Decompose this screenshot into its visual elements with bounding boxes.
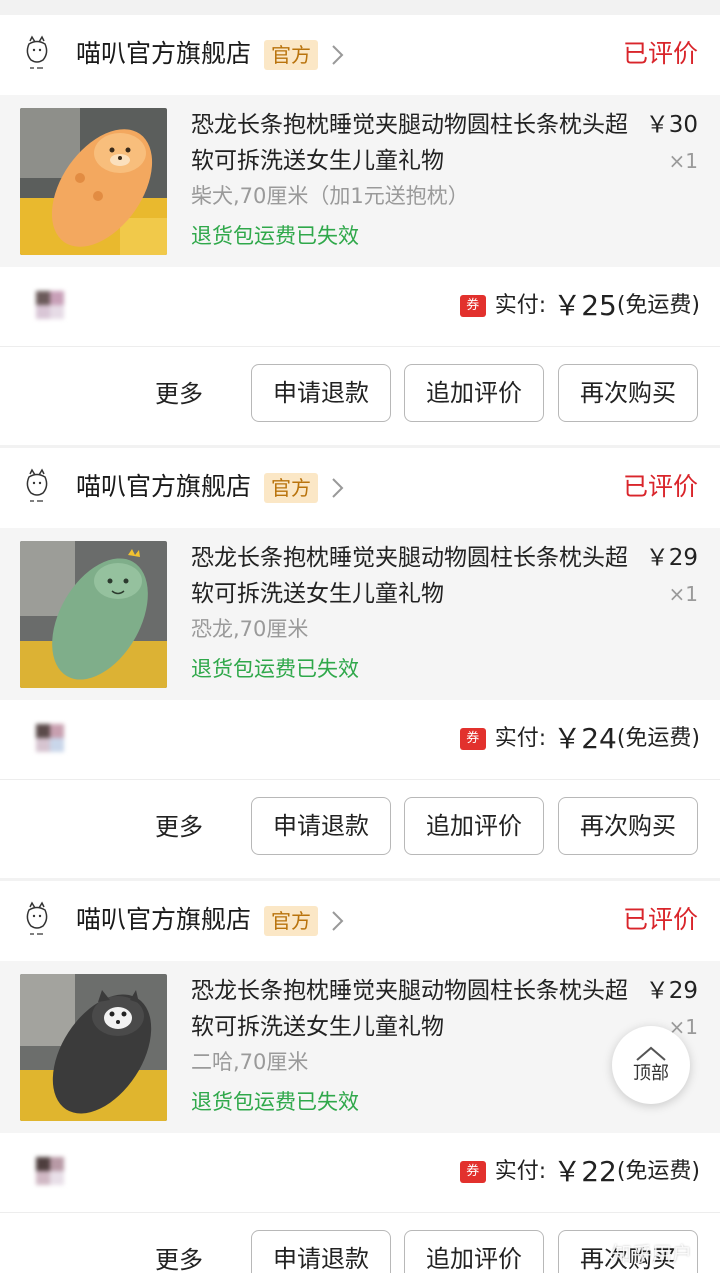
return-shipping-note: 退货包运费已失效 — [191, 224, 359, 248]
official-badge: 官方 — [264, 40, 318, 70]
blurred-avatar — [36, 1157, 64, 1185]
back-to-top-button[interactable]: 顶部 — [612, 1026, 690, 1104]
pay-label: 实付: — [494, 726, 547, 751]
payment-summary: 券 实付: ￥25 (免运费) — [459, 289, 700, 323]
payment-row: 券 实付: ￥22 (免运费) — [0, 1133, 720, 1213]
shop-logo-icon[interactable] — [22, 468, 52, 508]
order-item[interactable]: 恐龙长条抱枕睡觉夹腿动物圆柱长条枕头超软可拆洗送女生儿童礼物 柴犬,70厘米（加… — [0, 95, 720, 267]
chevron-right-icon[interactable] — [327, 908, 349, 934]
order-item[interactable]: 恐龙长条抱枕睡觉夹腿动物圆柱长条枕头超软可拆洗送女生儿童礼物 恐龙,70厘米 退… — [0, 528, 720, 700]
item-quantity: ×1 — [668, 149, 698, 173]
add-review-button[interactable]: 追加评价 — [404, 797, 544, 855]
item-spec: 二哈,70厘米 — [191, 1050, 309, 1074]
coupon-tag: 券 — [459, 295, 486, 317]
coupon-tag: 券 — [459, 1161, 486, 1183]
shop-name[interactable]: 喵叭官方旗舰店 — [76, 470, 251, 504]
more-button[interactable]: 更多 — [155, 374, 203, 414]
payment-row: 券 实付: ￥24 (免运费) — [0, 700, 720, 780]
payment-row: 券 实付: ￥25 (免运费) — [0, 267, 720, 347]
shop-logo-icon[interactable] — [22, 901, 52, 941]
order-status: 已评价 — [622, 472, 698, 501]
chevron-right-icon[interactable] — [327, 42, 349, 68]
buy-again-button[interactable]: 再次购买 — [558, 364, 698, 422]
item-title[interactable]: 恐龙长条抱枕睡觉夹腿动物圆柱长条枕头超软可拆洗送女生儿童礼物 — [191, 973, 629, 1045]
item-quantity: ×1 — [668, 582, 698, 606]
shop-logo-icon[interactable] — [22, 35, 52, 75]
item-price: ￥29 — [645, 545, 698, 571]
return-shipping-note: 退货包运费已失效 — [191, 1090, 359, 1114]
add-review-button[interactable]: 追加评价 — [404, 364, 544, 422]
order-header: 喵叭官方旗舰店 官方 已评价 — [0, 881, 720, 961]
husky-plush-pillow-photo[interactable] — [20, 974, 167, 1121]
shiba-plush-pillow-photo[interactable] — [20, 108, 167, 255]
buy-again-button[interactable]: 再次购买 — [558, 797, 698, 855]
official-badge: 官方 — [264, 473, 318, 503]
pay-amount: ￥24 — [553, 722, 617, 755]
blurred-avatar — [36, 291, 64, 319]
item-price: ￥29 — [645, 978, 698, 1004]
pay-label: 实付: — [494, 1159, 547, 1184]
shipping-note: (免运费) — [616, 726, 700, 751]
order-header: 喵叭官方旗舰店 官方 已评价 — [0, 15, 720, 95]
add-review-button[interactable]: 追加评价 — [404, 1230, 544, 1273]
item-title[interactable]: 恐龙长条抱枕睡觉夹腿动物圆柱长条枕头超软可拆洗送女生儿童礼物 — [191, 540, 629, 612]
order-status: 已评价 — [622, 39, 698, 68]
payment-summary: 券 实付: ￥22 (免运费) — [459, 1155, 700, 1189]
blurred-avatar — [36, 724, 64, 752]
official-badge: 官方 — [264, 906, 318, 936]
item-spec: 恐龙,70厘米 — [191, 617, 309, 641]
coupon-tag: 券 — [459, 728, 486, 750]
refund-button[interactable]: 申请退款 — [251, 364, 391, 422]
return-shipping-note: 退货包运费已失效 — [191, 657, 359, 681]
order-status: 已评价 — [622, 905, 698, 934]
shipping-note: (免运费) — [616, 1159, 700, 1184]
item-spec: 柴犬,70厘米（加1元送抱枕） — [191, 184, 469, 208]
order-actions: 更多 申请退款 追加评价 再次购买 — [0, 348, 720, 444]
more-button[interactable]: 更多 — [155, 807, 203, 847]
order-header: 喵叭官方旗舰店 官方 已评价 — [0, 448, 720, 528]
order-actions: 更多 申请退款 追加评价 再次购买 — [0, 781, 720, 877]
order-card: 喵叭官方旗舰店 官方 已评价 恐龙长条抱枕睡觉夹腿动物圆柱长条枕头超软可拆洗送女… — [0, 448, 720, 878]
payment-summary: 券 实付: ￥24 (免运费) — [459, 722, 700, 756]
refund-button[interactable]: 申请退款 — [251, 1230, 391, 1273]
refund-button[interactable]: 申请退款 — [251, 797, 391, 855]
shipping-note: (免运费) — [616, 293, 700, 318]
pay-amount: ￥25 — [553, 289, 617, 322]
pay-amount: ￥22 — [553, 1155, 617, 1188]
more-button[interactable]: 更多 — [155, 1240, 203, 1273]
dinosaur-plush-pillow-photo[interactable] — [20, 541, 167, 688]
item-title[interactable]: 恐龙长条抱枕睡觉夹腿动物圆柱长条枕头超软可拆洗送女生儿童礼物 — [191, 107, 629, 179]
watermark: 知乎用户 — [612, 1242, 692, 1266]
order-card: 喵叭官方旗舰店 官方 已评价 恐龙长条抱枕睡觉夹腿动物圆柱长条枕头超软可拆洗送女… — [0, 15, 720, 445]
back-to-top-label: 顶部 — [633, 1063, 669, 1084]
shop-name[interactable]: 喵叭官方旗舰店 — [76, 903, 251, 937]
shop-name[interactable]: 喵叭官方旗舰店 — [76, 37, 251, 71]
chevron-right-icon[interactable] — [327, 475, 349, 501]
item-price: ￥30 — [645, 112, 698, 138]
pay-label: 实付: — [494, 293, 547, 318]
